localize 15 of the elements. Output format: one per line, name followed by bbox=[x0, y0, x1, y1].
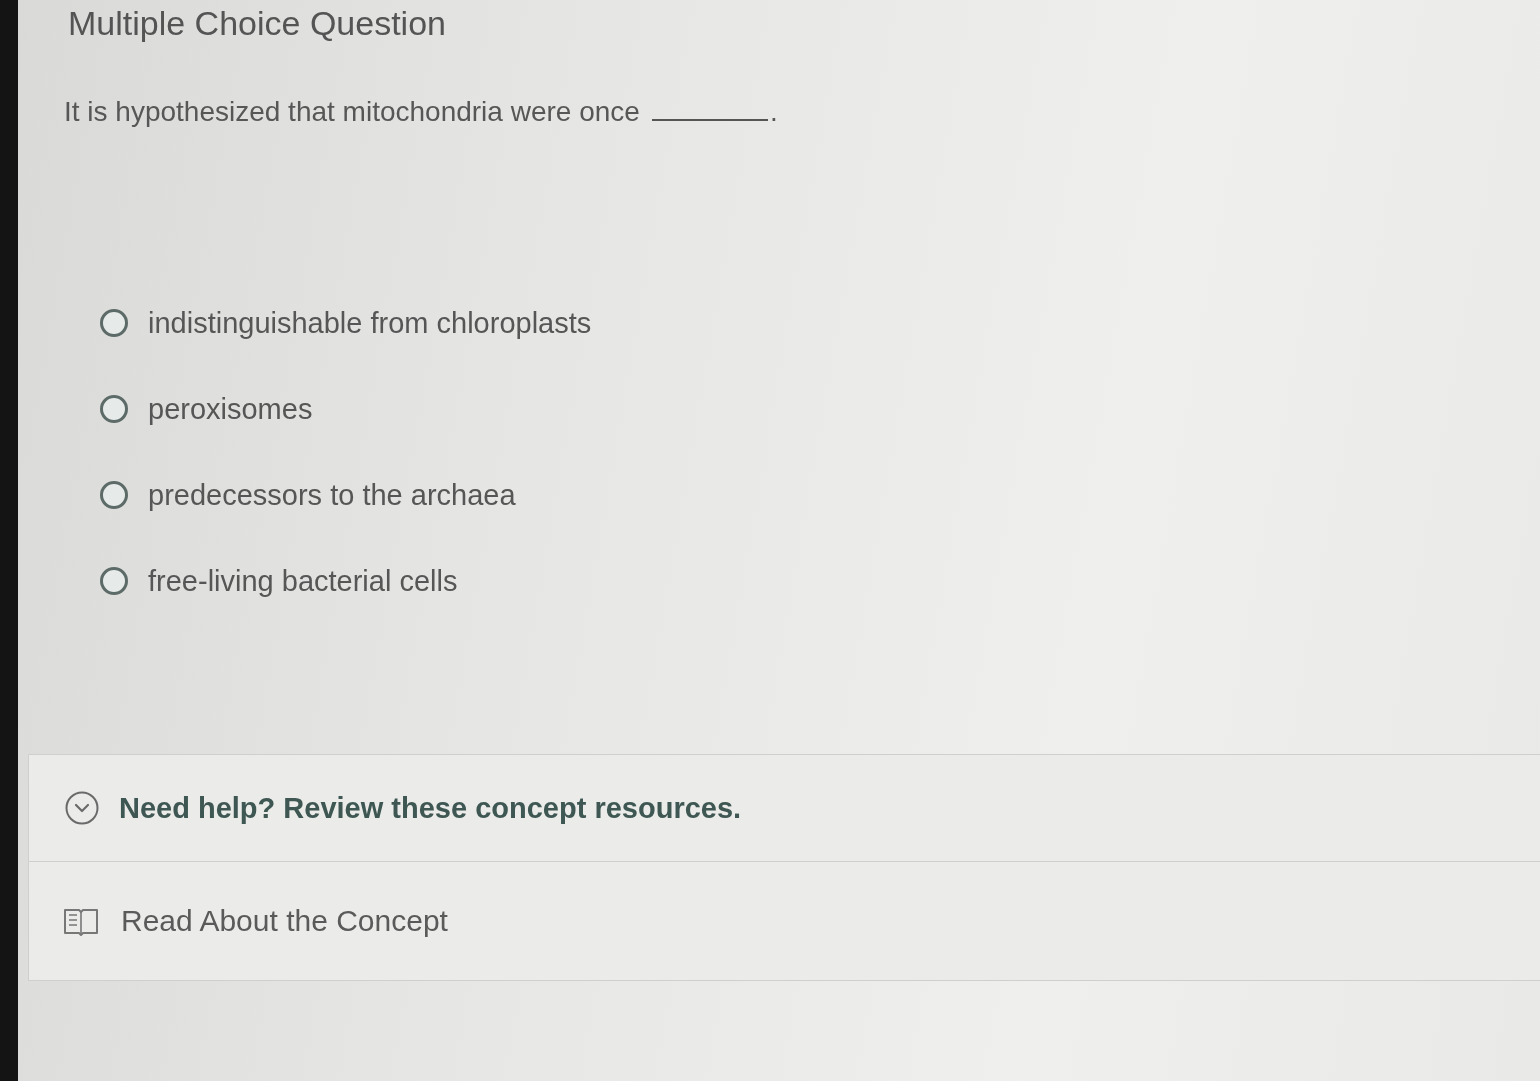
option-label[interactable]: predecessors to the archaea bbox=[148, 477, 516, 513]
question-period: . bbox=[769, 95, 778, 129]
option-label[interactable]: indistinguishable from chloroplasts bbox=[148, 305, 592, 341]
chevron-down-icon bbox=[65, 791, 99, 825]
radio-button[interactable] bbox=[100, 481, 128, 509]
radio-button[interactable] bbox=[100, 309, 128, 337]
option-label[interactable]: free-living bacterial cells bbox=[148, 563, 458, 599]
resource-link[interactable]: Read About the Concept bbox=[29, 904, 448, 938]
question-text: It is hypothesized that mitochondria were once bbox=[64, 95, 640, 129]
radio-button[interactable] bbox=[100, 567, 128, 595]
help-toggle[interactable]: Need help? Review these concept resources. bbox=[29, 755, 742, 861]
question-type-title: Multiple Choice Question bbox=[68, 3, 446, 44]
radio-button[interactable] bbox=[100, 395, 128, 423]
book-icon bbox=[63, 906, 99, 936]
option-label[interactable]: peroxisomes bbox=[148, 391, 313, 427]
